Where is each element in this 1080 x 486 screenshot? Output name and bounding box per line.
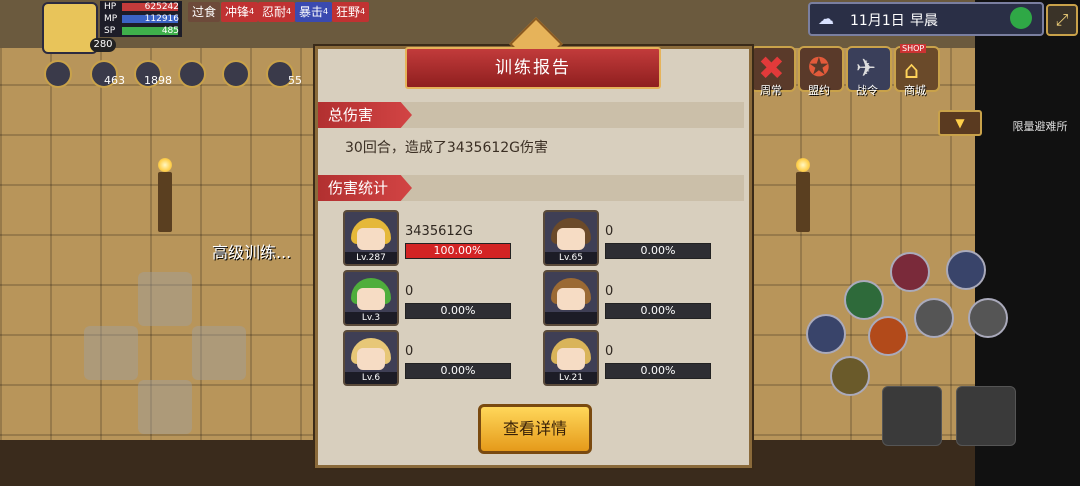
sword-slot-icon[interactable] [882, 386, 942, 446]
member-level [545, 312, 597, 324]
candelabra [158, 172, 172, 232]
view-details-button[interactable]: 查看详情 [478, 404, 592, 454]
buff-endure[interactable]: 忍耐4 [258, 2, 296, 22]
period-text: 早晨 [910, 13, 938, 29]
battle-pass-label: 战令 [856, 84, 878, 97]
weather-cloud-icon: ☁ [818, 9, 834, 28]
shop-label: 商城 [904, 84, 926, 97]
shelter-label[interactable]: 限量避难所 [1004, 118, 1076, 134]
buff-charge[interactable]: 冲锋4 [221, 2, 259, 22]
damage-percent: 0.00% [640, 244, 676, 257]
member-damage: 3435612G [405, 224, 473, 239]
mp-value: 112916 [144, 14, 179, 24]
hourglass-icon[interactable] [914, 298, 954, 338]
weekly-label: 周常 [760, 84, 782, 97]
member-damage: 0 [405, 284, 414, 299]
member-level: Lv.3 [345, 312, 397, 324]
globe-icon[interactable] [1010, 7, 1032, 29]
candle-flame [158, 158, 172, 172]
member-portrait[interactable]: Lv.21 [543, 330, 599, 386]
date-time-bar: ☁ 11月1日 早晨 [808, 2, 1044, 36]
hp-bar: HP 625242 [100, 1, 182, 13]
damage-percent: 0.00% [640, 364, 676, 377]
damage-stats-header: 伤害统计 [318, 175, 412, 201]
portrait-face [357, 228, 385, 250]
damage-share-bar: 100.00% [405, 243, 511, 259]
total-damage-header: 总伤害 [318, 102, 412, 128]
damage-share-bar: 0.00% [605, 303, 711, 319]
candle-flame [796, 158, 810, 172]
mp-bar: MP 112916 [100, 13, 182, 25]
member-damage: 0 [605, 344, 614, 359]
member-portrait[interactable]: Lv.65 [543, 210, 599, 266]
damage-share-bar: 0.00% [405, 363, 511, 379]
damage-share-bar: 0.00% [605, 363, 711, 379]
portrait-face [357, 288, 385, 310]
damage-share-bar: 0.00% [605, 243, 711, 259]
member-level: Lv.6 [345, 372, 397, 384]
sp-bar: SP 485 [100, 25, 182, 37]
status-effect-icon[interactable] [44, 60, 72, 88]
bow-slot-icon[interactable] [956, 386, 1016, 446]
dpad-left[interactable] [84, 326, 138, 380]
star-icon[interactable] [968, 298, 1008, 338]
buff-critical[interactable]: 暴击4 [295, 2, 333, 22]
damage-percent: 0.00% [440, 364, 476, 377]
skill-icon[interactable] [868, 316, 908, 356]
dialog-title: 训练报告 [405, 47, 661, 89]
member-damage: 0 [605, 284, 614, 299]
candelabra [796, 172, 810, 232]
member-portrait[interactable]: Lv.287 [343, 210, 399, 266]
skill-icon[interactable] [830, 356, 870, 396]
dpad-down[interactable] [138, 380, 192, 434]
portrait-face [557, 228, 585, 250]
member-portrait[interactable]: Lv.3 [343, 270, 399, 326]
mp-label: MP [104, 14, 118, 24]
dpad-up[interactable] [138, 272, 192, 326]
damage-share-bar: 0.00% [405, 303, 511, 319]
date-text: 11月1日 [850, 13, 905, 29]
dpad-right[interactable] [192, 326, 246, 380]
buff-wild[interactable]: 狂野4 [332, 2, 370, 22]
member-level: Lv.287 [345, 252, 397, 264]
damage-percent: 100.00% [433, 244, 483, 257]
damage-percent: 0.00% [640, 304, 676, 317]
portrait-face [557, 348, 585, 370]
member-damage: 0 [605, 224, 614, 239]
member-damage: 0 [405, 344, 414, 359]
status-count: 55 [288, 74, 302, 87]
covenant-label: 盟约 [808, 84, 830, 97]
status-count: 463 [104, 74, 125, 87]
member-portrait[interactable] [543, 270, 599, 326]
sp-value: 485 [161, 26, 179, 36]
chevron-down-icon[interactable]: ▼ [938, 110, 982, 136]
skill-icon[interactable] [844, 280, 884, 320]
portrait-face [357, 348, 385, 370]
sp-label: SP [104, 26, 116, 36]
skill-icon[interactable] [946, 250, 986, 290]
player-level: 280 [90, 38, 116, 52]
scene-label: 高级训练... [212, 243, 292, 262]
damage-summary: 30回合，造成了3435612G伤害 [345, 140, 549, 156]
status-effect-icon[interactable] [222, 60, 250, 88]
hp-value: 625242 [144, 2, 179, 12]
status-count: 1898 [144, 74, 172, 87]
member-level: Lv.21 [545, 372, 597, 384]
hp-label: HP [104, 2, 117, 12]
buff-overeat[interactable]: 过食 [188, 2, 221, 22]
expand-icon[interactable]: ⤢ [1046, 4, 1078, 36]
member-portrait[interactable]: Lv.6 [343, 330, 399, 386]
member-level: Lv.65 [545, 252, 597, 264]
skill-icon[interactable] [806, 314, 846, 354]
skill-icon[interactable] [890, 252, 930, 292]
status-effect-icon[interactable] [178, 60, 206, 88]
portrait-face [557, 288, 585, 310]
damage-percent: 0.00% [440, 304, 476, 317]
